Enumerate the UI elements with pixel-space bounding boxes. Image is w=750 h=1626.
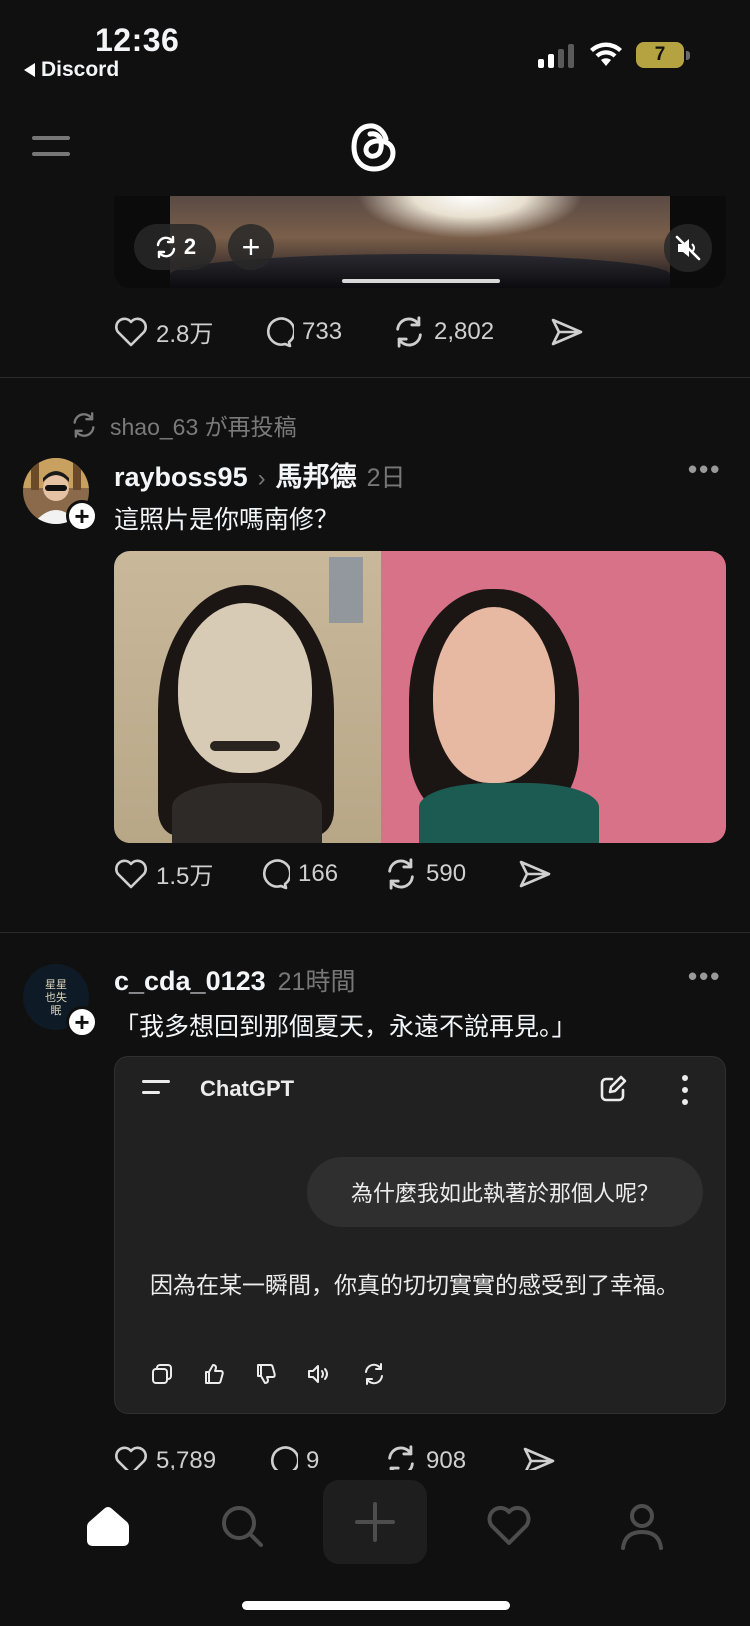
post-text: 這照片是你嗎南修？ (114, 506, 340, 534)
post-time: 21時間 (277, 968, 356, 996)
speaker-muted-icon (675, 235, 701, 261)
cellular-signal-icon (538, 44, 574, 68)
more-options-icon[interactable]: ••• (688, 454, 721, 485)
send-icon (519, 860, 551, 887)
share-button[interactable] (550, 317, 584, 347)
reply-button[interactable]: 166 (256, 857, 384, 891)
reply-count: 733 (302, 317, 343, 345)
thumbs-up-icon (205, 1364, 224, 1384)
post-divider (0, 932, 750, 933)
modern-portrait-image (381, 551, 726, 843)
repost-note[interactable]: shao_63 が再投稿 (70, 408, 297, 442)
kebab-menu-icon (682, 1075, 688, 1105)
historic-portrait-image (114, 551, 381, 843)
tab-create[interactable] (323, 1480, 427, 1564)
back-app-label: Discord (41, 58, 120, 81)
threads-logo-icon[interactable] (349, 120, 399, 174)
post-divider (0, 377, 750, 378)
post3-header: c_cda_0123 21時間 (114, 962, 355, 998)
post2-photo[interactable] (114, 551, 726, 843)
send-icon (551, 318, 583, 345)
compose-icon (600, 1075, 627, 1102)
back-to-app-link[interactable]: Discord (24, 58, 119, 82)
post2-actions: 1.5万 166 590 (114, 856, 552, 891)
regenerate-icon (365, 1363, 383, 1385)
like-count: 1.5万 (156, 863, 214, 890)
repost-button[interactable]: 2,802 (392, 315, 550, 349)
tab-activity[interactable] (479, 1498, 539, 1554)
video-repost-count: 2 (183, 234, 197, 259)
comment-icon (266, 316, 294, 347)
chevron-right-icon: › (257, 465, 266, 492)
repost-note-text: shao_63 が再投稿 (110, 414, 297, 440)
status-time: 12:36 (95, 22, 180, 58)
wifi-icon (590, 42, 622, 66)
more-options-icon[interactable]: ••• (688, 961, 721, 992)
reply-to-username[interactable]: 馬邦德 (276, 455, 357, 494)
thumbs-down-icon (257, 1364, 276, 1384)
post-username[interactable]: c_cda_0123 (114, 966, 266, 997)
copy-icon (152, 1364, 172, 1384)
repost-icon (396, 315, 422, 348)
back-arrow-icon (24, 63, 35, 77)
reply-count: 166 (298, 859, 339, 887)
battery-level: 7 (654, 44, 666, 65)
repost-icon (388, 857, 414, 890)
follow-plus-button[interactable]: + (66, 1006, 98, 1038)
mute-toggle-button[interactable] (664, 224, 712, 272)
post-time: 2日 (366, 464, 406, 492)
repost-icon (73, 412, 95, 438)
video-progress-bar[interactable] (342, 279, 500, 283)
chatgpt-title: ChatGPT (200, 1076, 295, 1101)
repost-count: 2,802 (434, 317, 495, 345)
profile-icon (621, 1504, 663, 1550)
search-icon (222, 1506, 263, 1547)
reply-button[interactable]: 733 (260, 315, 392, 349)
chatgpt-menu-icon (142, 1080, 172, 1100)
assistant-message: 因為在某一瞬間，你真的切切實實的感受到了幸福。 (150, 1272, 679, 1298)
chatgpt-message-tools (150, 1362, 386, 1386)
read-aloud-icon (308, 1365, 328, 1383)
video-add-button[interactable]: + (228, 224, 274, 270)
repost-button[interactable]: 590 (384, 857, 518, 891)
create-icon (355, 1502, 395, 1542)
avatar-text: 星星也失眠 (45, 977, 67, 1017)
like-button[interactable]: 2.8万 (114, 314, 260, 349)
video-repost-chip[interactable]: 2 (134, 224, 216, 270)
post-username[interactable]: rayboss95 (114, 462, 248, 493)
share-button[interactable] (518, 859, 552, 889)
heart-icon (115, 317, 147, 346)
comment-icon (262, 858, 290, 889)
post1-actions: 2.8万 733 2,802 (114, 314, 584, 349)
post2-header: rayboss95 › 馬邦德 2日 (114, 455, 406, 494)
tab-profile[interactable] (612, 1498, 672, 1554)
tab-search[interactable] (212, 1498, 272, 1554)
home-indicator[interactable] (242, 1601, 510, 1610)
like-count: 2.8万 (156, 321, 214, 348)
activity-heart-icon (487, 1506, 531, 1545)
like-button[interactable]: 1.5万 (114, 856, 256, 891)
plus-icon: + (241, 228, 261, 265)
repost-icon (156, 235, 176, 259)
user-message-bubble: 為什麼我如此執著於那個人呢？ (307, 1157, 703, 1227)
post-text: 「我多想回到那個夏天，永遠不說再見。」 (114, 1013, 577, 1041)
battery-tip (686, 51, 690, 60)
tab-home[interactable] (78, 1498, 138, 1554)
battery-icon: 7 (636, 42, 684, 68)
home-icon (87, 1507, 129, 1546)
follow-plus-button[interactable]: + (66, 500, 98, 532)
repost-count: 590 (426, 859, 467, 887)
chatgpt-screenshot-card[interactable] (114, 1056, 726, 1414)
heart-icon (115, 859, 147, 888)
menu-button[interactable] (32, 136, 74, 160)
